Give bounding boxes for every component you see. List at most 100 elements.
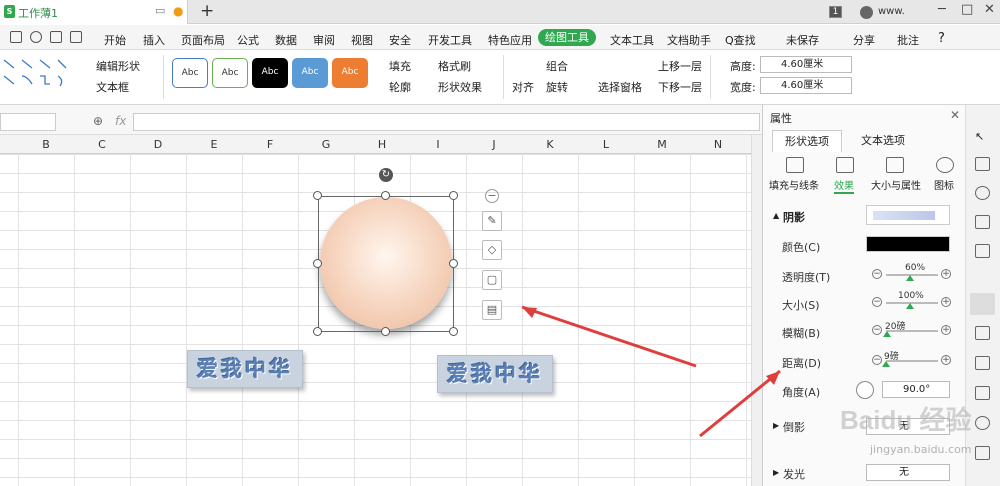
collapse-icon[interactable]: − [485, 189, 499, 203]
share-button[interactable]: 分享 [853, 32, 875, 48]
chart-icon[interactable] [936, 157, 954, 173]
column-header[interactable]: D [130, 138, 186, 151]
menu-view[interactable]: 视图 [351, 32, 373, 48]
column-header[interactable]: G [298, 138, 354, 151]
subtab-fill-line[interactable]: 填充与线条 [769, 177, 819, 192]
send-backward-button[interactable]: 下移一层 [658, 79, 702, 95]
align-button[interactable]: 对齐 [512, 79, 534, 95]
menu-start[interactable]: 开始 [104, 32, 126, 48]
glow-dropdown[interactable]: 无 [866, 464, 950, 481]
outline-frame-icon[interactable]: ▢ [482, 270, 502, 290]
panel-close-icon[interactable]: ✕ [950, 108, 960, 122]
shadow-color-dropdown[interactable] [866, 236, 950, 252]
rotate-button[interactable]: 旋转 [546, 79, 568, 95]
preview-icon[interactable] [70, 31, 82, 43]
menu-doc-assistant[interactable]: 文档助手 [667, 32, 711, 48]
shape-style-1[interactable]: Abc [172, 58, 208, 88]
shape-style-3[interactable]: Abc [252, 58, 288, 88]
text-box-button[interactable]: 文本框 [96, 79, 129, 95]
fx-icon[interactable]: fx [115, 114, 126, 128]
properties-sidebar-icon[interactable] [970, 293, 995, 315]
shadow-preset-dropdown[interactable] [866, 205, 950, 225]
share-icon[interactable] [975, 326, 990, 340]
menu-security[interactable]: 安全 [389, 32, 411, 48]
column-header[interactable]: B [18, 138, 74, 151]
vertical-scrollbar[interactable] [751, 135, 762, 486]
user-name[interactable]: www. [878, 6, 905, 17]
selection-pane-button[interactable]: 选择窗格 [598, 79, 642, 95]
layers-icon[interactable] [975, 186, 990, 200]
subtab-icon[interactable]: 图标 [934, 177, 954, 192]
resize-handle[interactable] [313, 259, 322, 268]
fill-line-icon[interactable] [786, 157, 804, 173]
fill-button[interactable]: 填充 [389, 58, 411, 74]
formula-input[interactable] [133, 113, 760, 131]
resize-handle[interactable] [313, 327, 322, 336]
column-header[interactable]: M [634, 138, 690, 151]
new-tab-button[interactable]: + [200, 1, 214, 21]
undo-icon[interactable] [30, 31, 42, 43]
expand-arrow-icon[interactable]: ▶ [773, 468, 779, 477]
resize-handle[interactable] [449, 327, 458, 336]
brush-icon[interactable]: ✎ [482, 211, 502, 231]
column-header[interactable]: J [466, 138, 522, 151]
menu-formula[interactable]: 公式 [237, 32, 259, 48]
format-painter-button[interactable]: 格式刷 [438, 58, 471, 74]
subtab-effects[interactable]: 效果 [834, 177, 854, 194]
wrap-text-icon[interactable]: ▤ [482, 300, 502, 320]
menu-developer[interactable]: 开发工具 [428, 32, 472, 48]
expand-arrow-icon[interactable]: ▲ [773, 211, 779, 220]
resize-handle[interactable] [381, 327, 390, 336]
maximize-button[interactable]: □ [961, 2, 973, 17]
resize-handle[interactable] [381, 191, 390, 200]
angle-dial[interactable] [856, 381, 874, 399]
avatar[interactable] [860, 6, 873, 19]
menu-data[interactable]: 数据 [275, 32, 297, 48]
height-input[interactable]: 4.60厘米 [760, 56, 852, 73]
connector-lines-gallery[interactable] [0, 54, 72, 94]
column-header[interactable]: E [186, 138, 242, 151]
shape-style-5[interactable]: Abc [332, 58, 368, 88]
menu-drawing-tools[interactable]: 绘图工具 [538, 29, 596, 46]
resize-handle[interactable] [449, 259, 458, 268]
tab-text-options[interactable]: 文本选项 [848, 130, 918, 152]
shape-style-2[interactable]: Abc [212, 58, 248, 88]
menu-review[interactable]: 审阅 [313, 32, 335, 48]
group-button[interactable]: 组合 [546, 58, 568, 74]
decrease-icon[interactable]: − [872, 297, 882, 307]
column-header[interactable]: I [410, 138, 466, 151]
search-button[interactable]: Q查找 [725, 32, 756, 48]
increase-icon[interactable]: + [941, 269, 951, 279]
menu-insert[interactable]: 插入 [143, 32, 165, 48]
settings-icon[interactable] [975, 446, 990, 460]
image-icon[interactable] [975, 356, 990, 370]
backup-icon[interactable] [975, 244, 990, 258]
shape-style-4[interactable]: Abc [292, 58, 328, 88]
menu-text-tools[interactable]: 文本工具 [610, 32, 654, 48]
expand-arrow-icon[interactable]: ▶ [773, 421, 779, 430]
annotate-button[interactable]: 批注 [897, 32, 919, 48]
menu-page-layout[interactable]: 页面布局 [181, 32, 225, 48]
slider-thumb[interactable] [906, 275, 914, 281]
monitor-icon[interactable]: ▭ [155, 4, 165, 17]
column-header[interactable]: K [522, 138, 578, 151]
close-button[interactable]: ✕ [984, 2, 995, 17]
tab-shape-options[interactable]: 形状选项 [772, 130, 842, 152]
menu-features[interactable]: 特色应用 [488, 32, 532, 48]
bring-forward-button[interactable]: 上移一层 [658, 58, 702, 74]
decrease-icon[interactable]: − [872, 269, 882, 279]
subtab-size-properties[interactable]: 大小与属性 [871, 177, 921, 192]
help-circle-icon[interactable] [975, 416, 990, 430]
decrease-icon[interactable]: − [872, 325, 882, 335]
shapes-icon[interactable] [975, 157, 990, 171]
column-header[interactable]: L [578, 138, 634, 151]
increase-icon[interactable]: + [941, 297, 951, 307]
fill-bucket-icon[interactable]: ◇ [482, 240, 502, 260]
column-header[interactable]: C [74, 138, 130, 151]
slider-thumb[interactable] [906, 303, 914, 309]
help-button[interactable]: ? [938, 31, 945, 46]
cell-style-icon[interactable] [975, 215, 990, 229]
shape-effect-button[interactable]: 形状效果 [438, 79, 482, 95]
zoom-icon[interactable]: ⊕ [93, 114, 103, 128]
name-box[interactable] [0, 113, 56, 131]
